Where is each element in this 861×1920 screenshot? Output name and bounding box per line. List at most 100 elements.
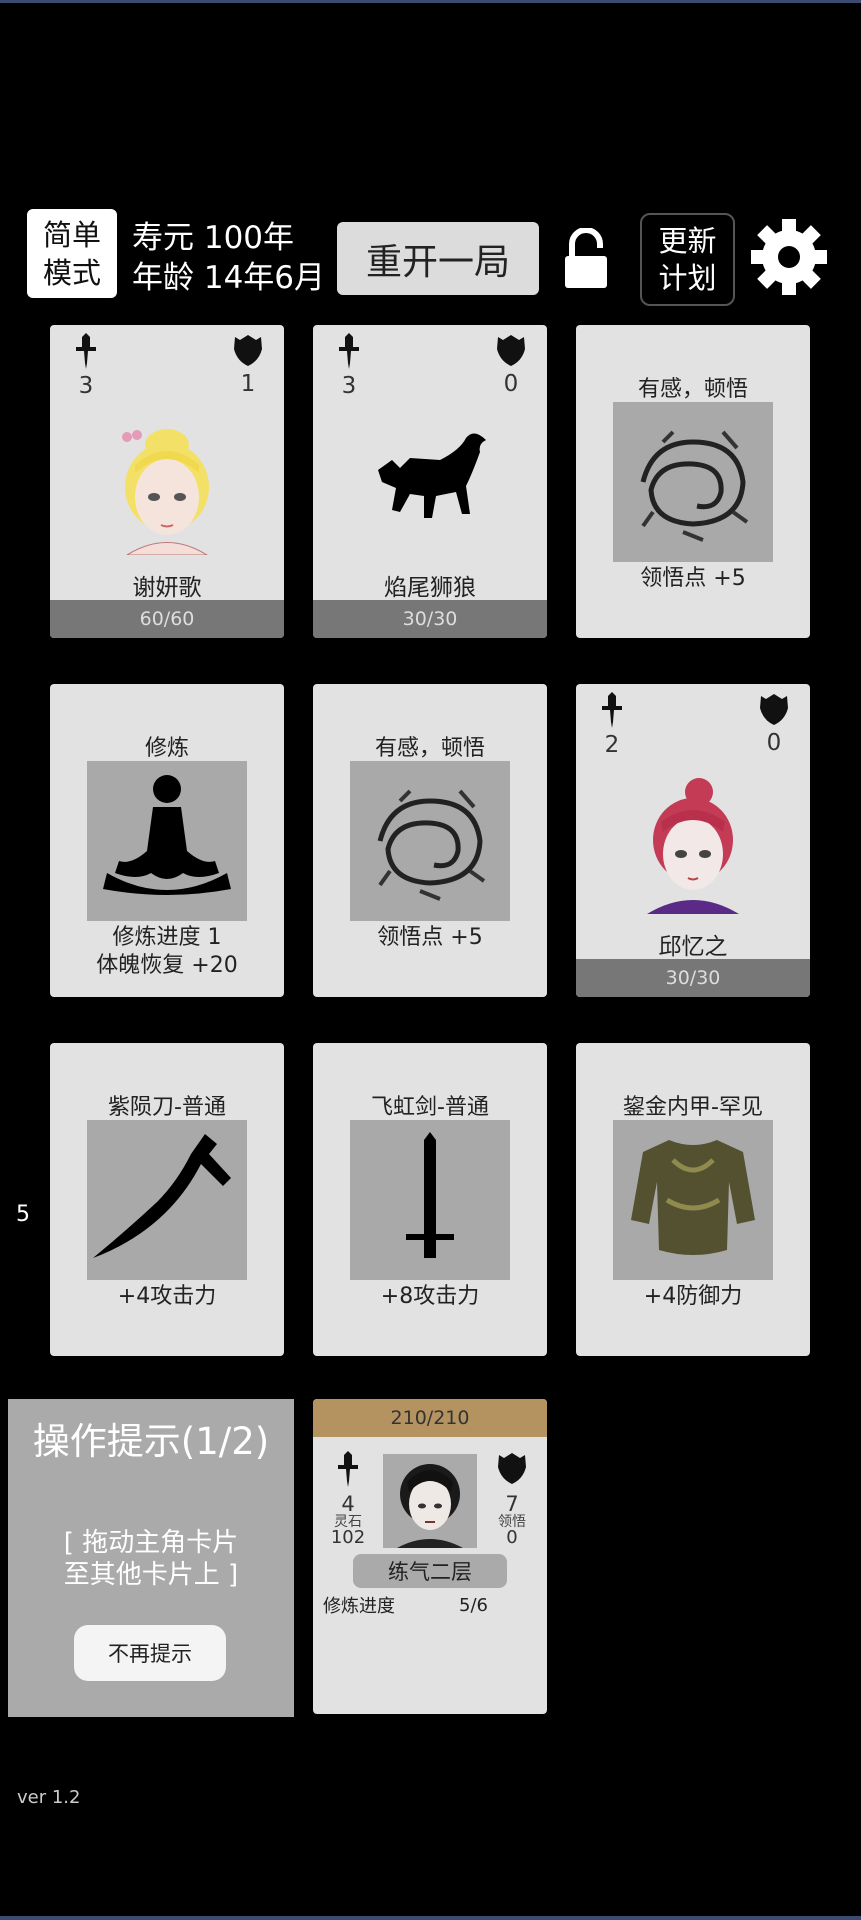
- hp-bar: 30/30: [313, 600, 547, 638]
- straight-sword-icon: [406, 1132, 454, 1258]
- age-text: 年龄 14年6月: [132, 260, 326, 296]
- character-card-xie-yange[interactable]: 3 1 谢妍歌 60/60: [50, 325, 284, 638]
- life-info: 寿元 100年 年龄 14年6月: [132, 218, 325, 298]
- meditation-silhouette-icon: [103, 775, 231, 895]
- card-title: 飞虹剑-普通: [371, 1095, 489, 1120]
- shield-icon: [497, 335, 525, 366]
- progress-label: 修炼进度: [323, 1596, 395, 1617]
- hint-line-1: [ 拖动主角卡片: [63, 1528, 239, 1558]
- item-card-rainbow-sword[interactable]: 飞虹剑-普通 +8攻击力: [313, 1043, 547, 1356]
- sword-icon: [339, 333, 359, 369]
- card-stats: 2 0: [594, 692, 792, 762]
- spirit-stone-value: 102: [330, 1527, 366, 1548]
- progress-value: 5/6: [459, 1595, 488, 1616]
- card-name: 谢妍歌: [132, 575, 202, 601]
- insight-value: 0: [506, 1527, 518, 1548]
- shield-icon: [498, 1453, 526, 1484]
- insight-calligraphy-art: [350, 761, 510, 921]
- sword-icon: [76, 333, 96, 369]
- blade-icon: [93, 1134, 231, 1258]
- difficulty-mode-label: 简单模式: [42, 217, 101, 290]
- armor-art: [613, 1120, 773, 1280]
- insight-calligraphy-art: [613, 402, 773, 562]
- top-strip: [0, 0, 861, 3]
- attack-stat: 3: [331, 333, 367, 399]
- hint-text: [ 拖动主角卡片 至其他卡片上 ]: [8, 1527, 294, 1591]
- defense-stat: 0: [493, 333, 529, 397]
- defense-value: 1: [240, 371, 256, 397]
- calligraphy-swirl-icon: [640, 430, 749, 542]
- xie-yange-portrait: [122, 429, 209, 555]
- restart-label: 重开一局: [365, 241, 510, 283]
- player-attack-stat: 4 灵石 102: [323, 1451, 373, 1547]
- card-title: 修炼: [144, 736, 189, 761]
- cultivation-realm-badge: 练气二层: [353, 1554, 507, 1588]
- player-defense-value: 7: [505, 1492, 519, 1516]
- player-hp-bar: 210/210: [313, 1399, 547, 1437]
- attack-stat: 3: [68, 333, 104, 399]
- hint-title: 操作提示(1/2): [32, 1420, 270, 1463]
- settings-gear-icon[interactable]: [750, 218, 828, 296]
- card-description: +4攻击力: [117, 1284, 217, 1309]
- card-description: +4防御力: [643, 1284, 743, 1309]
- tutorial-hint-panel: 操作提示(1/2) [ 拖动主角卡片 至其他卡片上 ] 不再提示: [8, 1399, 294, 1717]
- event-card-insight[interactable]: 有感，顿悟 领悟点 +5: [576, 325, 810, 638]
- player-avatar-icon: [397, 1464, 463, 1548]
- card-title: 有感，顿悟: [637, 377, 748, 402]
- shield-icon: [760, 694, 788, 725]
- difficulty-mode-button[interactable]: 简单模式: [27, 209, 117, 298]
- hp-bar: 30/30: [576, 959, 810, 997]
- card-description: 领悟点 +5: [377, 925, 483, 950]
- meditation-art: [87, 761, 247, 921]
- version-label: ver 1.2: [17, 1787, 81, 1808]
- lifespan-text: 寿元 100年: [132, 220, 295, 256]
- update-plan-button[interactable]: 更新计划: [640, 213, 735, 306]
- player-defense-stat: 7 领悟 0: [487, 1451, 537, 1547]
- calligraphy-swirl-icon: [377, 789, 486, 901]
- defense-stat: 1: [230, 333, 266, 397]
- item-card-gold-armor[interactable]: 鋆金内甲-罕见 +4防御力: [576, 1043, 810, 1356]
- attack-stat: 2: [594, 692, 630, 758]
- event-card-insight-2[interactable]: 有感，顿悟 领悟点 +5: [313, 684, 547, 997]
- card-title: 鋆金内甲-罕见: [623, 1095, 763, 1120]
- dismiss-hint-label: 不再提示: [108, 1642, 192, 1666]
- card-description: +8攻击力: [380, 1284, 480, 1309]
- hp-bar: 60/60: [50, 600, 284, 638]
- defense-stat: 0: [756, 692, 792, 756]
- dismiss-hint-button[interactable]: 不再提示: [74, 1625, 226, 1681]
- qiu-yizhi-portrait: [647, 778, 739, 914]
- wolf-silhouette-icon: [378, 433, 486, 518]
- card-description-2: 体魄恢复 +20: [96, 953, 238, 978]
- card-title: 有感，顿悟: [374, 736, 485, 761]
- card-stats: 3 0: [331, 333, 529, 403]
- defense-value: 0: [503, 371, 519, 397]
- enemy-card-flame-tail-wolf[interactable]: 3 0 焰尾狮狼 30/30: [313, 325, 547, 638]
- defense-value: 0: [766, 730, 782, 756]
- item-card-purple-blade[interactable]: 紫陨刀-普通 +4攻击力: [50, 1043, 284, 1356]
- side-counter: 5: [16, 1202, 30, 1227]
- update-plan-label: 更新计划: [658, 223, 717, 295]
- attack-value: 3: [78, 373, 94, 399]
- sword-art: [350, 1120, 510, 1280]
- card-description: 修炼进度 1: [112, 925, 222, 950]
- card-name: 邱忆之: [658, 934, 728, 960]
- hint-line-2: 至其他卡片上 ]: [63, 1560, 239, 1590]
- player-character-card[interactable]: 210/210 4 灵石 102 7 领悟 0 练气二层 修炼进度 5/6: [313, 1399, 547, 1714]
- card-title: 紫陨刀-普通: [108, 1095, 226, 1120]
- sword-icon: [338, 1451, 358, 1487]
- restart-button[interactable]: 重开一局: [337, 222, 539, 295]
- card-name: 焰尾狮狼: [384, 575, 476, 601]
- sword-icon: [602, 692, 622, 728]
- bottom-strip: [0, 1916, 861, 1920]
- event-card-cultivate[interactable]: 修炼 修炼进度 1 体魄恢复 +20: [50, 684, 284, 997]
- character-card-qiu-yizhi[interactable]: 2 0 邱忆之 30/30: [576, 684, 810, 997]
- attack-value: 2: [604, 732, 620, 758]
- player-attack-value: 4: [341, 1492, 355, 1516]
- player-portrait: [383, 1454, 477, 1548]
- card-description: 领悟点 +5: [640, 566, 746, 591]
- card-stats: 3 1: [68, 333, 266, 403]
- unlock-icon[interactable]: [562, 228, 610, 290]
- armor-shirt-icon: [631, 1140, 755, 1255]
- shield-icon: [234, 335, 262, 366]
- blade-art: [87, 1120, 247, 1280]
